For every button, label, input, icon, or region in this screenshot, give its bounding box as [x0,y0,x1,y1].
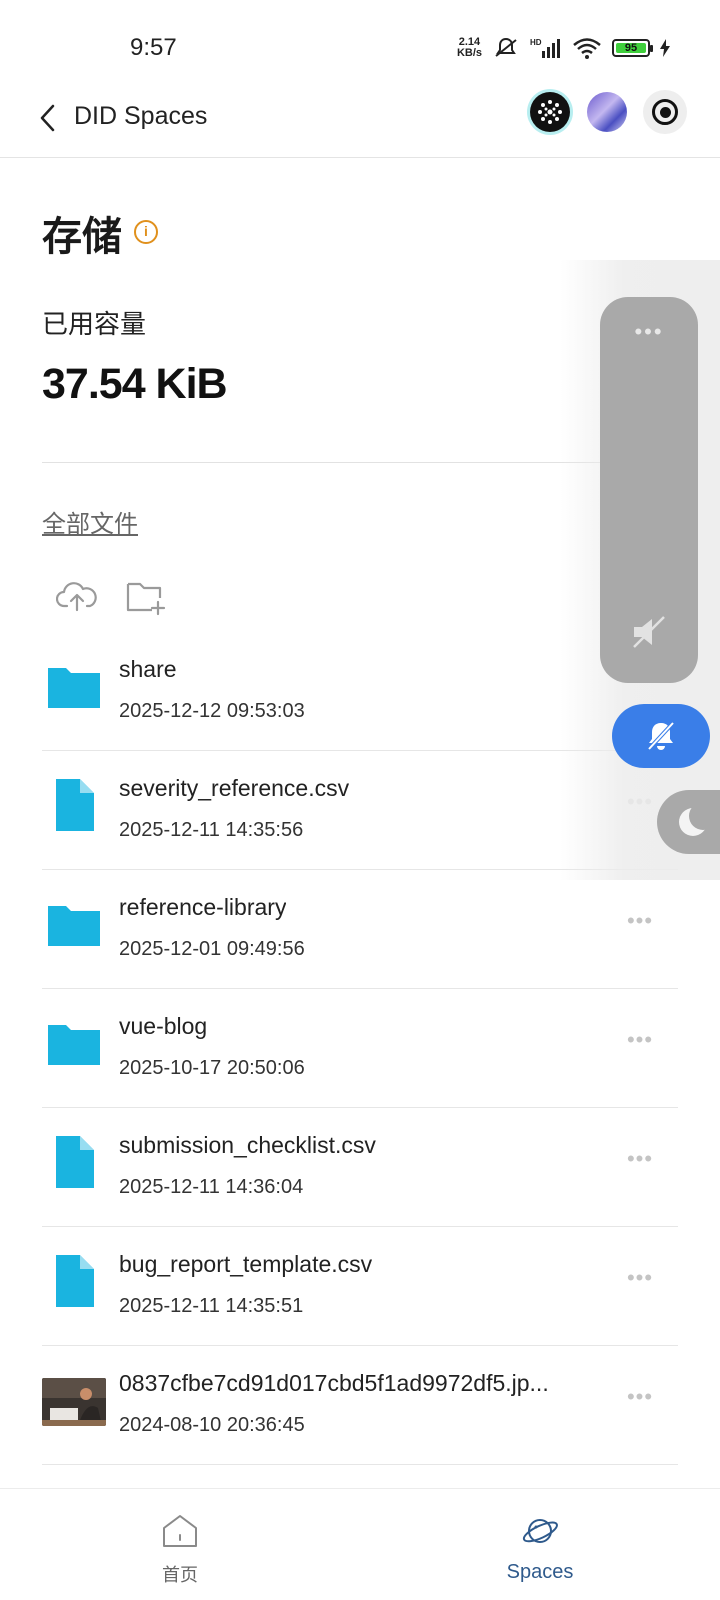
more-options-button[interactable]: ••• [622,1029,658,1053]
home-icon [163,1515,197,1547]
list-item[interactable]: reference-library 2025-12-01 09:49:56 ••… [42,870,678,989]
folder-icon [48,906,100,946]
folder-icon [48,1025,100,1065]
image-thumbnail [42,1378,106,1426]
file-name: bug_report_template.csv [119,1251,373,1277]
dark-mode-button[interactable] [657,790,720,854]
volume-slider[interactable]: ••• [600,297,698,683]
more-options-button[interactable]: ••• [622,910,658,934]
nav-spaces-label: Spaces [506,1561,574,1583]
volume-more-icon[interactable]: ••• [600,319,698,345]
status-icons: 2.14 KB/s HD 95 [457,36,670,60]
file-name: vue-blog [119,1013,208,1039]
file-icon [56,1136,94,1188]
charging-icon [660,39,670,57]
list-item[interactable]: vue-blog 2025-10-17 20:50:06 ••• [42,989,678,1108]
file-name: reference-library [119,894,287,920]
file-name: submission_checklist.csv [119,1132,376,1158]
file-date: 2025-12-11 14:35:56 [119,819,304,841]
file-date: 2025-12-01 09:49:56 [119,938,305,960]
signal-icon: HD [530,38,560,58]
file-date: 2025-12-12 09:53:03 [119,700,305,722]
status-time: 9:57 [130,34,177,61]
wifi-icon [573,38,601,59]
used-capacity-label: 已用容量 [42,309,147,339]
silent-mode-button[interactable] [612,704,710,768]
status-bar: 9:57 2.14 KB/s HD 95 [0,0,720,92]
record-button[interactable] [643,90,687,134]
file-icon [56,1255,94,1307]
file-date: 2025-12-11 14:35:51 [119,1295,304,1317]
new-folder-icon[interactable] [126,580,168,616]
file-name: severity_reference.csv [119,775,350,801]
page-title: 存储 [42,215,122,259]
file-date: 2025-12-11 14:36:04 [119,1176,304,1198]
used-capacity-value: 37.54 KiB [42,360,228,408]
nav-spaces[interactable]: Spaces [440,1489,640,1600]
network-speed: 2.14 KB/s [456,36,482,59]
dots-grid-icon [538,100,562,124]
file-name: share [119,656,177,682]
nav-home-label: 首页 [162,1565,198,1585]
file-date: 2024-08-10 20:36:45 [119,1414,305,1436]
file-icon [56,779,94,831]
mute-alarm-icon [495,37,517,57]
planet-icon [522,1519,558,1543]
list-item[interactable]: bug_report_template.csv 2025-12-11 14:35… [42,1227,678,1346]
record-icon [652,99,678,125]
file-date: 2025-10-17 20:50:06 [119,1057,305,1079]
list-item[interactable]: 0837cfbe7cd91d017cbd5f1ad9972df5.jp... 2… [42,1346,678,1465]
user-avatar[interactable] [587,92,627,132]
more-options-button[interactable]: ••• [622,1386,658,1410]
bell-off-icon [647,721,675,751]
folder-icon [48,668,100,708]
chevron-left-icon [40,104,55,132]
back-button[interactable] [32,98,64,138]
info-icon[interactable]: i [134,220,158,244]
more-options-button[interactable]: ••• [622,1267,658,1291]
breadcrumb-all-files[interactable]: 全部文件 [42,504,138,539]
battery-icon: 95 [612,39,653,57]
svg-text:HD: HD [530,38,542,47]
cloud-upload-icon[interactable] [56,578,98,614]
header-title: DID Spaces [74,102,208,130]
bottom-nav: 首页 Spaces [0,1488,720,1600]
app-logo-button[interactable] [530,92,570,132]
file-name: 0837cfbe7cd91d017cbd5f1ad9972df5.jp... [119,1370,549,1396]
volume-mute-icon[interactable] [630,615,668,649]
battery-level: 95 [616,43,646,54]
list-item[interactable]: submission_checklist.csv 2025-12-11 14:3… [42,1108,678,1227]
nav-home[interactable]: 首页 [80,1489,280,1600]
more-options-button[interactable]: ••• [622,1148,658,1172]
app-header: DID Spaces [0,90,720,158]
